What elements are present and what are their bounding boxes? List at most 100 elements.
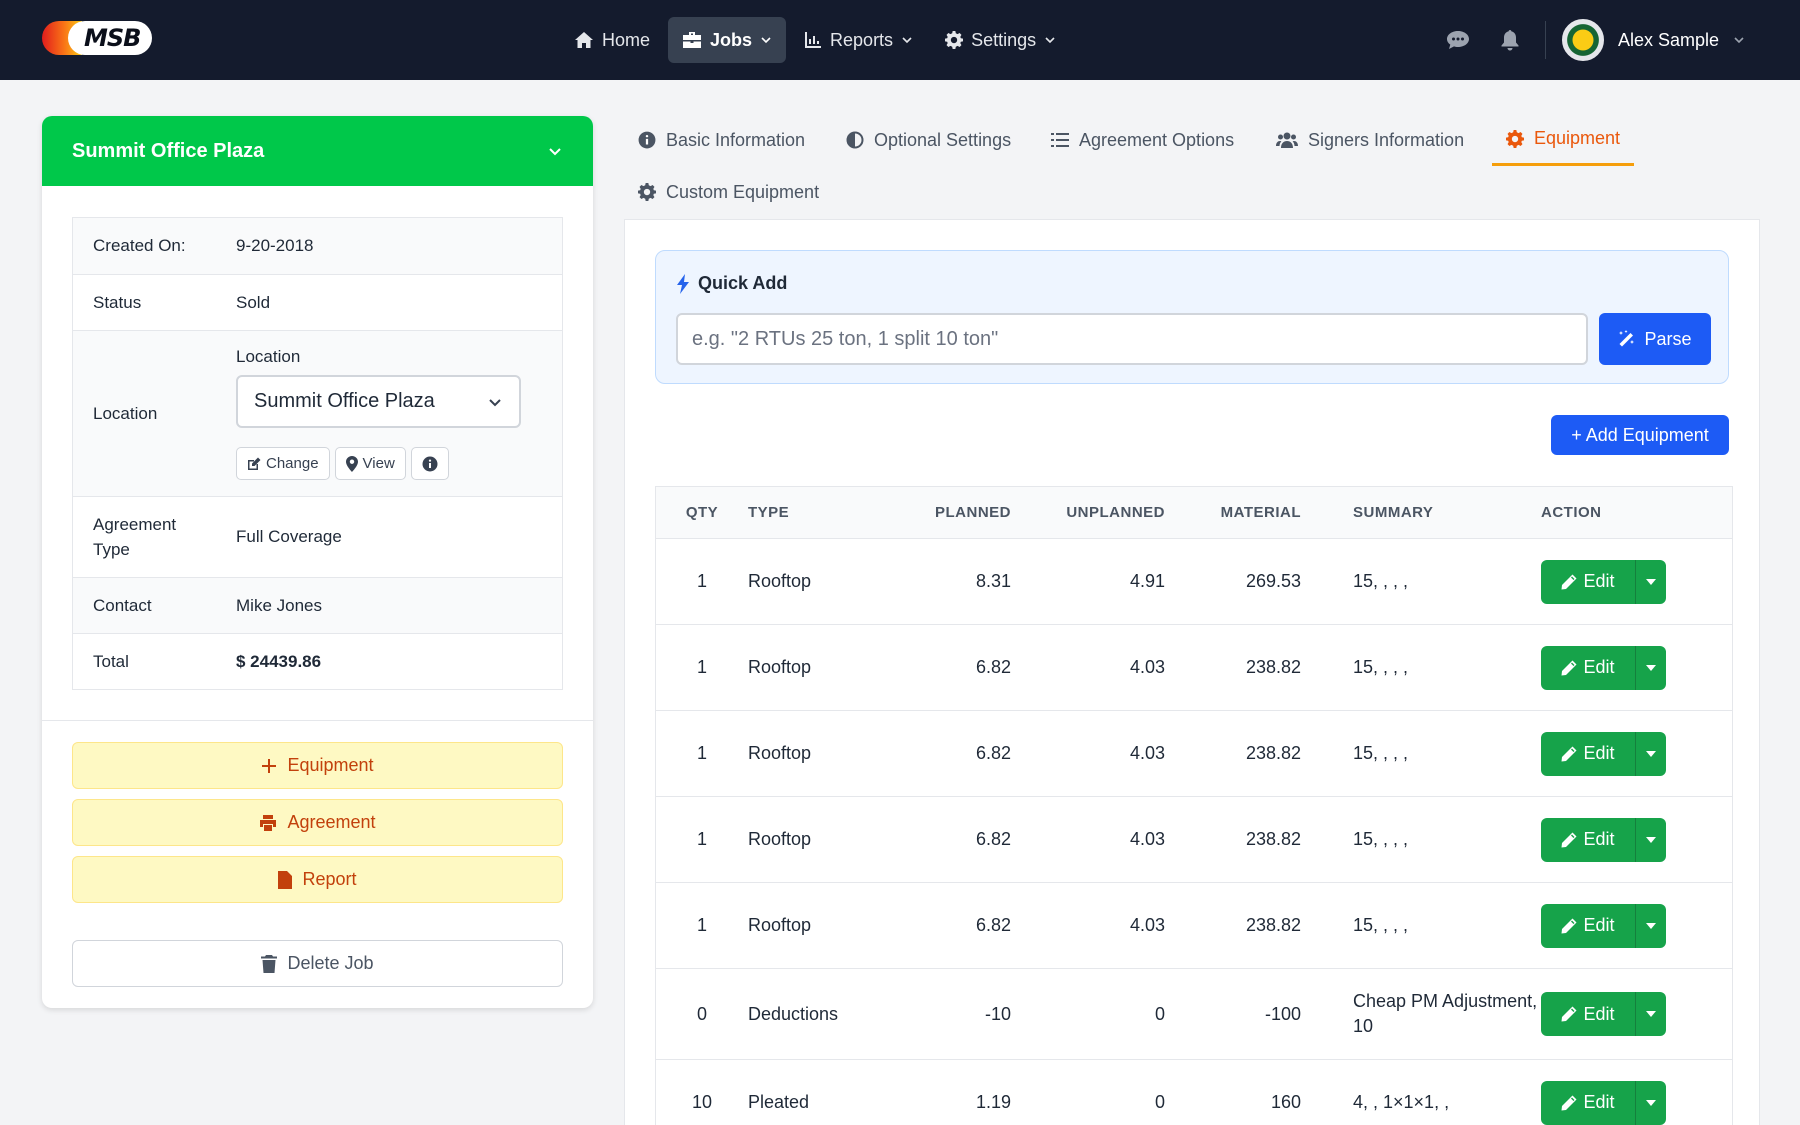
report-button[interactable]: Report xyxy=(72,856,563,903)
edit-dropdown-toggle[interactable] xyxy=(1635,817,1666,862)
cell-summary: 15, , , , xyxy=(1353,829,1409,849)
quick-add-title: Quick Add xyxy=(676,273,787,294)
cell-qty: 1 xyxy=(696,571,707,591)
cell-unplanned: 0 xyxy=(1154,1003,1165,1024)
cell-action: Edit xyxy=(1541,559,1691,604)
nav-home-label: Home xyxy=(602,29,651,50)
user-area: Alex Sample xyxy=(1439,17,1745,63)
delete-job-button[interactable]: Delete Job xyxy=(72,940,563,987)
location-inner-label: Location xyxy=(236,347,301,366)
row-total: Total $ 24439.86 xyxy=(73,633,562,689)
edit-button[interactable]: Edit xyxy=(1541,817,1635,862)
cell-type: Rooftop xyxy=(748,829,812,849)
messages-button[interactable] xyxy=(1439,21,1477,59)
job-info-table: Created On: 9-20-2018 Status Sold Locati… xyxy=(72,217,563,690)
home-icon xyxy=(575,32,593,48)
edit-button-group: Edit xyxy=(1541,559,1666,604)
cell-unplanned: 4.03 xyxy=(1129,829,1165,849)
edit-button[interactable]: Edit xyxy=(1541,992,1635,1036)
brand-logo[interactable]: MSB xyxy=(42,21,153,55)
view-label: View xyxy=(362,455,395,472)
table-row: 1 Rooftop 6.82 4.03 238.82 15, , , , Edit xyxy=(656,883,1732,969)
chevron-down-icon[interactable] xyxy=(547,143,563,159)
location-label: Location xyxy=(93,403,158,423)
avatar[interactable] xyxy=(1561,19,1604,61)
cell-unplanned: 4.03 xyxy=(1129,657,1165,677)
edit-dropdown-toggle[interactable] xyxy=(1635,645,1666,690)
edit-dropdown-toggle[interactable] xyxy=(1635,992,1666,1036)
edit-dropdown-toggle[interactable] xyxy=(1635,559,1666,604)
edit-dropdown-toggle[interactable] xyxy=(1635,731,1666,776)
table-row: 1 Rooftop 6.82 4.03 238.82 15, , , , Edit xyxy=(656,797,1732,883)
tab-equipment[interactable]: Equipment xyxy=(1492,114,1635,166)
cell-action: Edit xyxy=(1541,817,1691,862)
change-location-button[interactable]: Change xyxy=(236,447,330,480)
table-body: 1 Rooftop 8.31 4.91 269.53 15, , , , Edit 1 Roof… xyxy=(656,539,1732,1125)
col-summary[interactable]: SUMMARY xyxy=(1301,500,1541,525)
table-row: 1 Rooftop 8.31 4.91 269.53 15, , , , Edit xyxy=(656,539,1732,625)
cell-material: 238.82 xyxy=(1245,743,1301,763)
notifications-button[interactable] xyxy=(1491,21,1529,59)
report-action-label: Report xyxy=(302,869,357,889)
col-material[interactable]: MATERIAL xyxy=(1165,504,1301,521)
edit-button[interactable]: Edit xyxy=(1541,903,1635,948)
cell-material: -100 xyxy=(1264,1003,1301,1024)
delete-job-label: Delete Job xyxy=(287,953,374,973)
edit-button-group: Edit xyxy=(1541,992,1666,1036)
tab-basic-information[interactable]: Basic Information xyxy=(624,114,819,166)
edit-button[interactable]: Edit xyxy=(1541,1080,1635,1125)
nav-jobs[interactable]: Jobs xyxy=(668,17,787,63)
edit-button[interactable]: Edit xyxy=(1541,559,1635,604)
tab-agreement-options[interactable]: Agreement Options xyxy=(1037,114,1248,166)
edit-button[interactable]: Edit xyxy=(1541,645,1635,690)
created-value: 9-20-2018 xyxy=(236,236,314,255)
agreement-type-label: Agreement Type xyxy=(93,515,177,559)
chevron-down-icon[interactable] xyxy=(1733,34,1745,46)
nav-settings[interactable]: Settings xyxy=(931,17,1070,63)
table-row: 1 Rooftop 6.82 4.03 238.82 15, , , , Edit xyxy=(656,625,1732,711)
view-location-button[interactable]: View xyxy=(334,447,406,480)
user-name[interactable]: Alex Sample xyxy=(1618,30,1719,51)
cell-planned: 6.82 xyxy=(975,915,1011,935)
chevron-down-icon xyxy=(489,398,501,406)
nav-reports[interactable]: Reports xyxy=(790,17,927,63)
add-equipment-button[interactable]: + Add Equipment xyxy=(1551,415,1729,455)
add-equipment-side-button[interactable]: Equipment xyxy=(72,742,563,789)
pencil-icon xyxy=(1561,746,1577,761)
col-qty[interactable]: QTY xyxy=(656,504,748,521)
half-circle-icon xyxy=(846,131,864,149)
created-label: Created On: xyxy=(93,236,186,255)
col-unplanned[interactable]: UNPLANNED xyxy=(1011,504,1165,521)
col-action: ACTION xyxy=(1541,504,1602,521)
agreement-button[interactable]: Agreement xyxy=(72,799,563,846)
edit-dropdown-toggle[interactable] xyxy=(1635,903,1666,948)
tab-signers-information[interactable]: Signers Information xyxy=(1262,114,1478,166)
cell-action: Edit xyxy=(1541,992,1691,1036)
lightning-icon xyxy=(677,273,689,294)
total-value: $ 24439.86 xyxy=(236,651,322,671)
quick-add-input[interactable] xyxy=(676,313,1588,365)
info-circle-icon xyxy=(638,131,656,149)
tab-label: Agreement Options xyxy=(1079,129,1235,150)
cell-unplanned: 0 xyxy=(1154,1092,1165,1112)
location-info-button[interactable] xyxy=(410,447,449,480)
cell-material: 160 xyxy=(1270,1092,1301,1112)
location-actions: Change View xyxy=(236,447,449,480)
tab-optional-settings[interactable]: Optional Settings xyxy=(832,114,1025,166)
caret-down-icon xyxy=(1646,578,1656,585)
location-select[interactable]: Summit Office Plaza xyxy=(236,375,521,428)
edit-button[interactable]: Edit xyxy=(1541,731,1635,776)
cell-planned: 1.19 xyxy=(975,1092,1011,1112)
col-planned[interactable]: PLANNED xyxy=(898,504,1011,521)
col-type[interactable]: TYPE xyxy=(748,504,898,521)
edit-label: Edit xyxy=(1583,571,1615,591)
parse-button[interactable]: Parse xyxy=(1599,313,1711,365)
chart-icon xyxy=(805,32,822,48)
tab-custom-equipment[interactable]: Custom Equipment xyxy=(624,166,833,218)
edit-dropdown-toggle[interactable] xyxy=(1635,1080,1666,1125)
equipment-panel: Quick Add Parse + Add Equipment QTY TYPE… xyxy=(624,219,1760,1125)
job-header[interactable]: Summit Office Plaza xyxy=(42,116,593,186)
nav-home[interactable]: Home xyxy=(560,17,664,63)
agreement-type-value: Full Coverage xyxy=(236,527,342,546)
contact-label: Contact xyxy=(93,595,152,615)
